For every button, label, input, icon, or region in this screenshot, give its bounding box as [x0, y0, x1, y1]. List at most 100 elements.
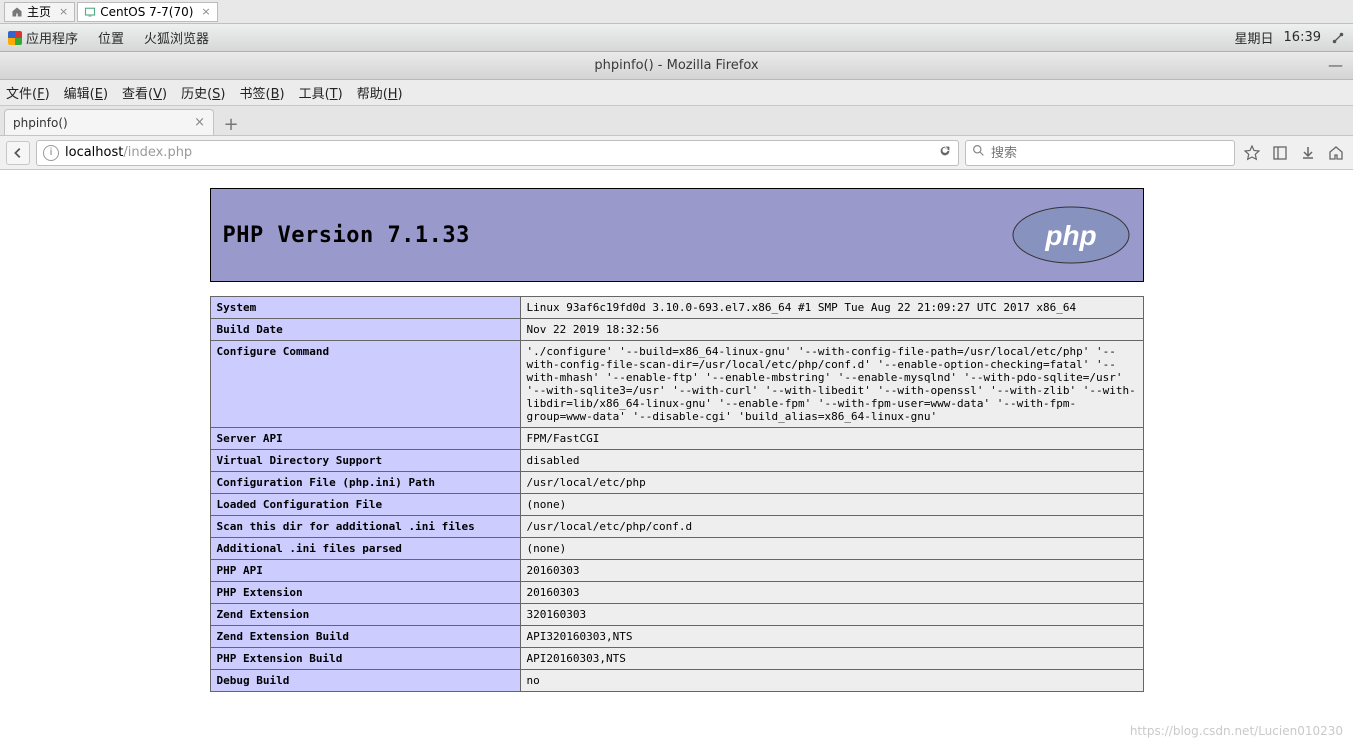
reload-icon: [938, 144, 952, 158]
site-info-icon[interactable]: i: [43, 145, 59, 161]
table-row: Server APIFPM/FastCGI: [210, 428, 1143, 450]
sidebar-icon: [1272, 145, 1288, 161]
phpinfo-key: PHP Extension: [210, 582, 520, 604]
vm-icon: [84, 6, 96, 18]
url-bar[interactable]: i localhost/index.php: [36, 140, 959, 166]
menu-edit[interactable]: 编辑(E): [64, 83, 108, 102]
window-titlebar: phpinfo() - Mozilla Firefox —: [0, 52, 1353, 80]
phpinfo-key: PHP API: [210, 560, 520, 582]
phpinfo-value: 20160303: [520, 560, 1143, 582]
url-host: localhost: [65, 145, 123, 160]
menu-help[interactable]: 帮助(H): [357, 83, 403, 102]
phpinfo-key: Configure Command: [210, 341, 520, 428]
phpinfo-key: Configuration File (php.ini) Path: [210, 472, 520, 494]
search-icon: [972, 144, 985, 161]
table-row: Configure Command'./configure' '--build=…: [210, 341, 1143, 428]
phpinfo-value: 320160303: [520, 604, 1143, 626]
phpinfo-table: SystemLinux 93af6c19fd0d 3.10.0-693.el7.…: [210, 296, 1144, 692]
table-row: SystemLinux 93af6c19fd0d 3.10.0-693.el7.…: [210, 297, 1143, 319]
menu-view[interactable]: 查看(V): [122, 83, 167, 102]
clock-time: 16:39: [1284, 30, 1321, 45]
table-row: Loaded Configuration File(none): [210, 494, 1143, 516]
watermark: https://blog.csdn.net/Lucien010230: [1130, 724, 1343, 738]
table-row: Scan this dir for additional .ini files/…: [210, 516, 1143, 538]
phpinfo-value: FPM/FastCGI: [520, 428, 1143, 450]
table-row: Build DateNov 22 2019 18:32:56: [210, 319, 1143, 341]
gnome-places[interactable]: 位置: [98, 28, 124, 47]
phpinfo-value: Linux 93af6c19fd0d 3.10.0-693.el7.x86_64…: [520, 297, 1143, 319]
close-icon[interactable]: ×: [201, 5, 210, 18]
phpinfo-value: Nov 22 2019 18:32:56: [520, 319, 1143, 341]
phpinfo-key: Virtual Directory Support: [210, 450, 520, 472]
tab-title: phpinfo(): [13, 116, 68, 130]
table-row: Virtual Directory Supportdisabled: [210, 450, 1143, 472]
phpinfo-key: Server API: [210, 428, 520, 450]
vm-tab-centos-label: CentOS 7-7(70): [100, 5, 193, 19]
phpinfo-value: /usr/local/etc/php/conf.d: [520, 516, 1143, 538]
phpinfo-value: (none): [520, 494, 1143, 516]
apps-icon: [8, 31, 22, 45]
phpinfo-key: Scan this dir for additional .ini files: [210, 516, 520, 538]
phpinfo-value: API320160303,NTS: [520, 626, 1143, 648]
phpinfo-key: Build Date: [210, 319, 520, 341]
table-row: Additional .ini files parsed(none): [210, 538, 1143, 560]
downloads-button[interactable]: [1297, 142, 1319, 164]
phpinfo-value: './configure' '--build=x86_64-linux-gnu'…: [520, 341, 1143, 428]
svg-text:php: php: [1044, 220, 1096, 251]
arrow-left-icon: [11, 146, 25, 160]
gnome-top-bar: 应用程序 位置 火狐浏览器 星期日 16:39: [0, 24, 1353, 52]
vm-tab-home-label: 主页: [27, 3, 51, 20]
vm-host-tabs: 主页 × CentOS 7-7(70) ×: [0, 0, 1353, 24]
phpinfo-key: PHP Extension Build: [210, 648, 520, 670]
table-row: PHP Extension20160303: [210, 582, 1143, 604]
phpinfo-key: Debug Build: [210, 670, 520, 692]
php-version-title: PHP Version 7.1.33: [223, 223, 470, 248]
phpinfo-value: /usr/local/etc/php: [520, 472, 1143, 494]
table-row: PHP API20160303: [210, 560, 1143, 582]
phpinfo-value: (none): [520, 538, 1143, 560]
phpinfo-key: Zend Extension Build: [210, 626, 520, 648]
window-title-text: phpinfo() - Mozilla Firefox: [594, 58, 758, 73]
home-icon: [1328, 145, 1344, 161]
network-icon[interactable]: [1331, 31, 1345, 45]
search-box[interactable]: [965, 140, 1235, 166]
sidebar-button[interactable]: [1269, 142, 1291, 164]
menu-tools[interactable]: 工具(T): [299, 83, 343, 102]
reload-button[interactable]: [938, 144, 952, 162]
search-input[interactable]: [991, 145, 1228, 160]
table-row: Configuration File (php.ini) Path/usr/lo…: [210, 472, 1143, 494]
phpinfo-key: Zend Extension: [210, 604, 520, 626]
phpinfo-value: 20160303: [520, 582, 1143, 604]
vm-tab-home[interactable]: 主页 ×: [4, 2, 75, 22]
menu-bookmarks[interactable]: 书签(B): [240, 83, 285, 102]
phpinfo-value: disabled: [520, 450, 1143, 472]
minimize-button[interactable]: —: [1328, 56, 1343, 74]
back-button[interactable]: [6, 141, 30, 165]
home-button[interactable]: [1325, 142, 1347, 164]
table-row: PHP Extension BuildAPI20160303,NTS: [210, 648, 1143, 670]
php-logo: php: [1011, 205, 1131, 265]
browser-tab-phpinfo[interactable]: phpinfo() ×: [4, 109, 214, 135]
table-row: Zend Extension BuildAPI320160303,NTS: [210, 626, 1143, 648]
new-tab-button[interactable]: +: [218, 113, 244, 135]
vm-tab-centos[interactable]: CentOS 7-7(70) ×: [77, 2, 217, 22]
download-icon: [1300, 145, 1316, 161]
phpinfo-key: Loaded Configuration File: [210, 494, 520, 516]
menu-file[interactable]: 文件(F): [6, 83, 50, 102]
menu-history[interactable]: 历史(S): [181, 83, 225, 102]
star-icon: [1244, 145, 1260, 161]
gnome-applications[interactable]: 应用程序: [8, 28, 78, 47]
phpinfo-value: API20160303,NTS: [520, 648, 1143, 670]
phpinfo-key: Additional .ini files parsed: [210, 538, 520, 560]
table-row: Zend Extension320160303: [210, 604, 1143, 626]
firefox-menubar: 文件(F) 编辑(E) 查看(V) 历史(S) 书签(B) 工具(T) 帮助(H…: [0, 80, 1353, 106]
bookmark-star-button[interactable]: [1241, 142, 1263, 164]
home-icon: [11, 6, 23, 18]
close-icon[interactable]: ×: [59, 5, 68, 18]
close-icon[interactable]: ×: [194, 115, 205, 130]
phpinfo-header: PHP Version 7.1.33 php: [210, 188, 1144, 282]
clock-day: 星期日: [1235, 28, 1274, 47]
phpinfo-value: no: [520, 670, 1143, 692]
page-content: PHP Version 7.1.33 php SystemLinux 93af6…: [0, 170, 1353, 692]
gnome-firefox[interactable]: 火狐浏览器: [144, 28, 209, 47]
